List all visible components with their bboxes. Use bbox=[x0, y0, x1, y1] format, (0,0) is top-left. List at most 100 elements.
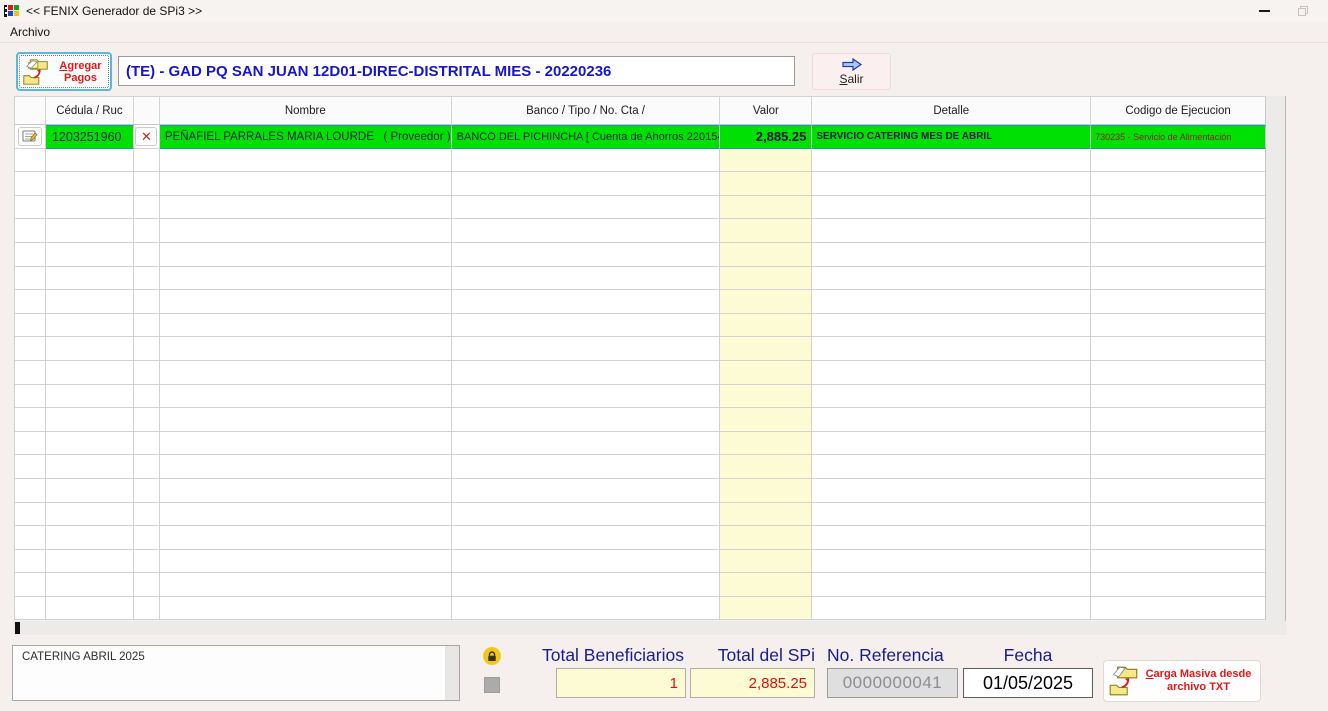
cell-banco[interactable]: BANCO DEL PICHINCHA [ Cuenta de Ahorros … bbox=[452, 125, 721, 149]
payments-grid: Cédula / Ruc Nombre Banco / Tipo / No. C… bbox=[14, 96, 1266, 620]
agregar-pagos-button[interactable]: Agregar Pagos bbox=[16, 52, 112, 91]
nota-scrollbar[interactable] bbox=[445, 646, 459, 700]
fecha-box[interactable]: 01/05/2025 bbox=[963, 668, 1093, 698]
empty-grid-row bbox=[15, 526, 1266, 550]
empty-grid-row bbox=[15, 267, 1266, 291]
empty-grid-row bbox=[15, 385, 1266, 409]
empty-valor-cell bbox=[720, 196, 812, 220]
header-banco[interactable]: Banco / Tipo / No. Cta / bbox=[452, 97, 721, 125]
delete-x-icon: ✕ bbox=[141, 130, 152, 143]
grid-empty-rows bbox=[15, 149, 1266, 621]
empty-grid-row bbox=[15, 573, 1266, 597]
exit-arrow-icon bbox=[841, 58, 863, 71]
minimize-icon bbox=[1259, 10, 1270, 12]
empty-valor-cell bbox=[720, 455, 812, 479]
menu-bar: Archivo bbox=[0, 22, 1328, 43]
empty-grid-row bbox=[15, 219, 1266, 243]
empty-grid-row bbox=[15, 172, 1266, 196]
cell-detalle[interactable]: SERVICIO CATERING MES DE ABRIL bbox=[812, 125, 1091, 149]
empty-grid-row bbox=[15, 550, 1266, 574]
empty-grid-row bbox=[15, 314, 1266, 338]
total-spi-value: 2,885.25 bbox=[749, 675, 814, 692]
empty-grid-row bbox=[15, 290, 1266, 314]
restore-button[interactable] bbox=[1298, 6, 1308, 16]
empty-valor-cell bbox=[720, 573, 812, 597]
salir-label: Salir bbox=[839, 72, 863, 86]
referencia-label: No. Referencia bbox=[827, 645, 944, 666]
empty-grid-row bbox=[15, 455, 1266, 479]
header-delete bbox=[134, 97, 160, 125]
grid-header-row: Cédula / Ruc Nombre Banco / Tipo / No. C… bbox=[15, 97, 1266, 125]
header-valor[interactable]: Valor bbox=[720, 97, 812, 125]
header-codigo[interactable]: Codigo de Ejecucion bbox=[1091, 97, 1266, 125]
empty-valor-cell bbox=[720, 526, 812, 550]
lock-icon[interactable] bbox=[483, 647, 501, 665]
empty-valor-cell bbox=[720, 290, 812, 314]
total-beneficiarios-label: Total Beneficiarios bbox=[518, 645, 684, 666]
row-indicator-cell bbox=[15, 125, 46, 149]
empty-grid-row bbox=[15, 408, 1266, 432]
empty-grid-row bbox=[15, 337, 1266, 361]
referencia-box: 0000000041 bbox=[827, 668, 958, 698]
fecha-label: Fecha bbox=[963, 645, 1093, 666]
edit-row-button[interactable] bbox=[18, 127, 42, 146]
empty-valor-cell bbox=[720, 314, 812, 338]
empty-valor-cell bbox=[720, 337, 812, 361]
referencia-value: 0000000041 bbox=[843, 673, 943, 693]
empty-valor-cell bbox=[720, 267, 812, 291]
delete-row-button[interactable]: ✕ bbox=[135, 127, 157, 146]
empty-grid-row bbox=[15, 479, 1266, 503]
empty-grid-row bbox=[15, 361, 1266, 385]
app-icon bbox=[4, 3, 20, 19]
empty-valor-cell bbox=[720, 172, 812, 196]
title-bar: << FENIX Generador de SPi3 >> bbox=[0, 0, 1328, 22]
cell-cedula[interactable]: 1203251960 bbox=[46, 125, 134, 149]
empty-valor-cell bbox=[720, 219, 812, 243]
fecha-value: 01/05/2025 bbox=[983, 673, 1073, 694]
salir-button[interactable]: Salir bbox=[812, 53, 891, 90]
header-cedula[interactable]: Cédula / Ruc bbox=[46, 97, 134, 125]
menu-archivo[interactable]: Archivo bbox=[0, 22, 60, 42]
empty-valor-cell bbox=[720, 361, 812, 385]
carga-masiva-folder-icon bbox=[1107, 664, 1141, 698]
header-detalle[interactable]: Detalle bbox=[812, 97, 1091, 125]
cell-delete: ✕ bbox=[134, 125, 160, 149]
empty-grid-row bbox=[15, 503, 1266, 527]
carga-label-line2: archivo TXT bbox=[1141, 681, 1256, 694]
nota-textarea[interactable]: CATERING ABRIL 2025 bbox=[12, 645, 460, 701]
minimize-button[interactable] bbox=[1259, 10, 1270, 12]
status-square bbox=[484, 677, 500, 693]
empty-grid-row bbox=[15, 149, 1266, 173]
horizontal-scroll-thumb[interactable] bbox=[15, 622, 20, 634]
empty-valor-cell bbox=[720, 432, 812, 456]
empty-grid-row bbox=[15, 597, 1266, 621]
total-beneficiarios-box: 1 bbox=[556, 668, 686, 698]
edit-record-icon bbox=[22, 129, 38, 143]
empty-grid-row bbox=[15, 196, 1266, 220]
cell-codigo[interactable]: 730235 - Servicio de Alimentación bbox=[1091, 125, 1266, 149]
cell-nombre[interactable]: PEÑAFIEL PARRALES MARIA LOURDE ( Proveed… bbox=[160, 125, 452, 149]
carga-masiva-button[interactable]: Carga Masiva desde archivo TXT bbox=[1103, 660, 1261, 702]
total-beneficiarios-value: 1 bbox=[670, 675, 685, 692]
empty-valor-cell bbox=[720, 243, 812, 267]
empty-valor-cell bbox=[720, 149, 812, 173]
empty-valor-cell bbox=[720, 385, 812, 409]
header-nombre[interactable]: Nombre bbox=[160, 97, 452, 125]
payment-row: 1203251960 ✕ PEÑAFIEL PARRALES MARIA LOU… bbox=[15, 125, 1266, 149]
empty-valor-cell bbox=[720, 479, 812, 503]
grid-vertical-scrollbar[interactable] bbox=[1266, 96, 1286, 621]
header-indicator bbox=[15, 97, 46, 125]
empty-valor-cell bbox=[720, 597, 812, 621]
cell-valor[interactable]: 2,885.25 bbox=[720, 125, 812, 149]
empty-valor-cell bbox=[720, 503, 812, 527]
empty-valor-cell bbox=[720, 550, 812, 574]
grid-horizontal-scrollbar[interactable] bbox=[14, 621, 1287, 635]
total-spi-label: Total del SPi bbox=[690, 645, 815, 666]
window-title: << FENIX Generador de SPi3 >> bbox=[26, 4, 202, 18]
spi-description-field[interactable]: (TE) - GAD PQ SAN JUAN 12D01-DIREC-DISTR… bbox=[118, 56, 795, 86]
empty-grid-row bbox=[15, 243, 1266, 267]
total-spi-box: 2,885.25 bbox=[690, 668, 815, 698]
empty-valor-cell bbox=[720, 408, 812, 432]
empty-grid-row bbox=[15, 432, 1266, 456]
spi-description-value: (TE) - GAD PQ SAN JUAN 12D01-DIREC-DISTR… bbox=[119, 63, 611, 80]
